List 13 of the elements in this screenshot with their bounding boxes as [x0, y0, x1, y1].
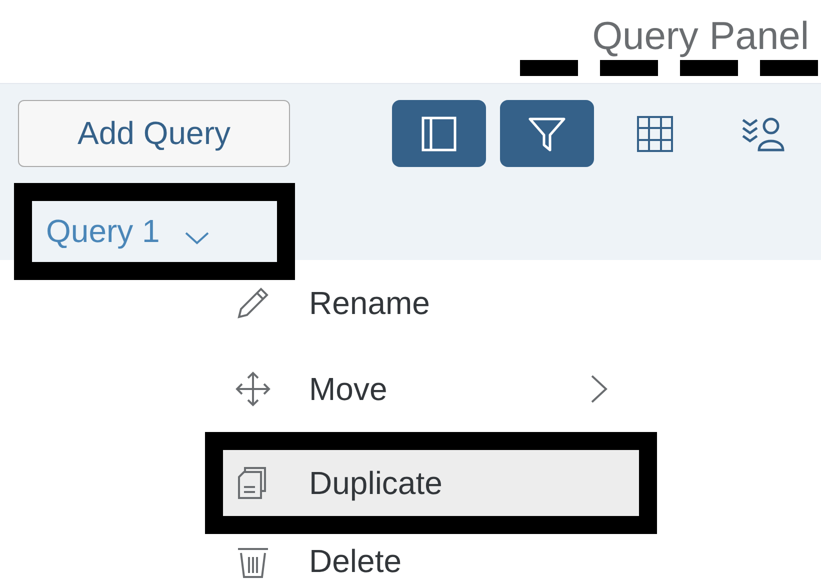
panel-toggle-button[interactable]	[392, 100, 486, 167]
menu-item[interactable]: Move	[205, 346, 657, 432]
move-arrows-icon	[235, 371, 271, 407]
menu-item[interactable]: Duplicate	[223, 450, 639, 516]
menu-item[interactable]: Rename	[205, 260, 657, 346]
menu-item[interactable]: Delete	[205, 518, 657, 584]
add-query-button[interactable]: Add Query	[18, 100, 290, 167]
chevron-down-icon	[184, 230, 210, 246]
filter-toggle-button[interactable]	[500, 100, 594, 167]
pencil-icon	[235, 285, 271, 321]
chevron-right-icon	[589, 373, 609, 405]
panel-title: Query Panel	[592, 17, 809, 56]
table-grid-icon	[635, 114, 675, 154]
